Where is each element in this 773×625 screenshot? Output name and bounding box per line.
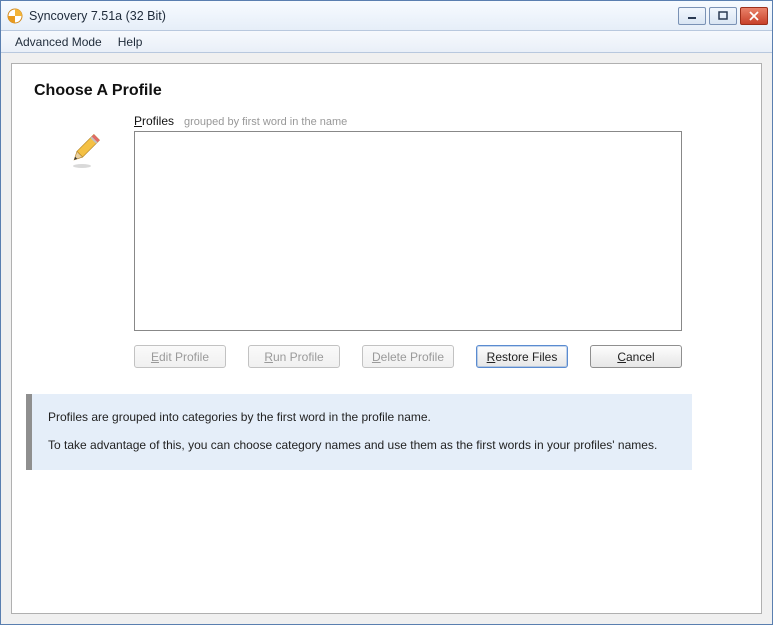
window-frame: Syncovery 7.51a (32 Bit) Advanced Mode H… <box>0 0 773 625</box>
pencil-icon <box>64 130 104 173</box>
page-heading: Choose A Profile <box>34 82 739 100</box>
edit-profile-button: Edit Profile <box>134 345 226 368</box>
info-line-1: Profiles are grouped into categories by … <box>48 408 676 426</box>
profiles-label-row: Profiles grouped by first word in the na… <box>134 114 739 128</box>
menu-help[interactable]: Help <box>110 33 151 51</box>
run-profile-button: Run Profile <box>248 345 340 368</box>
menubar: Advanced Mode Help <box>1 31 772 53</box>
close-button[interactable] <box>740 7 768 25</box>
right-column: Profiles grouped by first word in the na… <box>134 114 739 470</box>
main-panel: Choose A Profile <box>11 63 762 614</box>
profiles-hint: grouped by first word in the name <box>184 116 347 128</box>
window-title: Syncovery 7.51a (32 Bit) <box>29 9 678 23</box>
maximize-button[interactable] <box>709 7 737 25</box>
delete-profile-button: Delete Profile <box>362 345 454 368</box>
client-area: Choose A Profile <box>1 53 772 624</box>
cancel-button[interactable]: Cancel <box>590 345 682 368</box>
minimize-button[interactable] <box>678 7 706 25</box>
button-row: Edit Profile Run Profile Delete Profile … <box>134 345 682 368</box>
restore-files-button[interactable]: Restore Files <box>476 345 568 368</box>
titlebar: Syncovery 7.51a (32 Bit) <box>1 1 772 31</box>
app-icon <box>7 8 23 24</box>
left-column <box>34 114 134 173</box>
content-row: Profiles grouped by first word in the na… <box>34 114 739 470</box>
info-box: Profiles are grouped into categories by … <box>26 394 692 470</box>
profiles-listbox[interactable] <box>134 131 682 331</box>
window-controls <box>678 7 768 25</box>
menu-advanced-mode[interactable]: Advanced Mode <box>7 33 110 51</box>
info-line-2: To take advantage of this, you can choos… <box>48 436 676 454</box>
profiles-label: Profiles <box>134 114 174 128</box>
